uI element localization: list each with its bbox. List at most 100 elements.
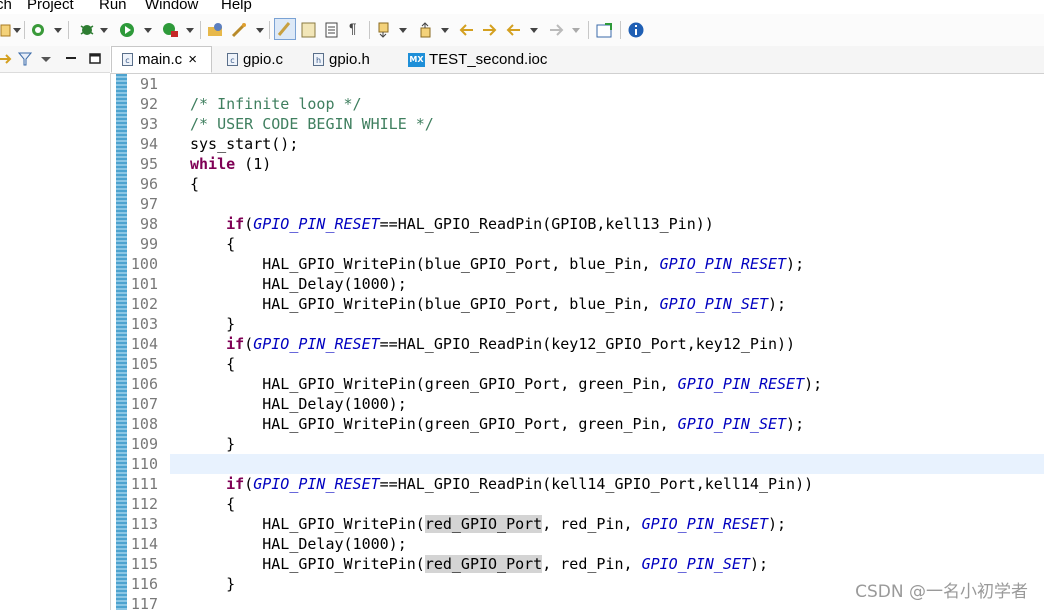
- tab-label: TEST_second.ioc: [429, 51, 548, 68]
- line-number: 103: [130, 315, 158, 333]
- debug-icon[interactable]: [79, 22, 95, 38]
- forward-history-icon[interactable]: [481, 22, 499, 38]
- refresh-build-icon[interactable]: [30, 22, 46, 38]
- tab-label: gpio.h: [329, 51, 370, 68]
- build-dropdown-arrow[interactable]: [54, 28, 62, 33]
- minimize-icon[interactable]: [64, 51, 78, 67]
- code-line[interactable]: 95 while (1): [111, 154, 1044, 174]
- code-text: }: [190, 575, 236, 593]
- code-editor[interactable]: 91 92 /* Infinite loop */ 93 /* USER CODE BE…: [111, 74, 1044, 613]
- code-text: while (1): [190, 155, 272, 173]
- code-line[interactable]: 93 /* USER CODE BEGIN WHILE */: [111, 114, 1044, 134]
- code-line[interactable]: 102 HAL_GPIO_WritePin(blue_GPIO_Port, bl…: [111, 294, 1044, 314]
- code-line[interactable]: 98 if(GPIO_PIN_RESET==HAL_GPIO_ReadPin(G…: [111, 214, 1044, 234]
- code-line[interactable]: 96 {: [111, 174, 1044, 194]
- code-text: }: [190, 315, 236, 333]
- toggle-highlight-icon[interactable]: [274, 18, 296, 40]
- code-line[interactable]: 107 HAL_Delay(1000);: [111, 394, 1044, 414]
- code-line[interactable]: 100 HAL_GPIO_WritePin(blue_GPIO_Port, bl…: [111, 254, 1044, 274]
- search-wizard-icon[interactable]: [231, 22, 249, 38]
- previous-annotation-dropdown-arrow[interactable]: [441, 28, 449, 33]
- code-line[interactable]: 114 HAL_Delay(1000);: [111, 534, 1044, 554]
- tab-gpio-c[interactable]: c gpio.c: [217, 46, 297, 73]
- code-text: HAL_GPIO_WritePin(blue_GPIO_Port, blue_P…: [190, 255, 805, 273]
- run-dropdown-arrow[interactable]: [144, 28, 152, 33]
- show-whitespace-icon[interactable]: ¶: [349, 20, 361, 36]
- previous-annotation-icon[interactable]: [418, 22, 436, 38]
- tab-label: gpio.c: [243, 51, 284, 68]
- line-number: 116: [130, 575, 158, 593]
- toolbar-separator: [620, 21, 621, 39]
- menu-item-help[interactable]: Help: [221, 0, 252, 13]
- external-tools-dropdown-arrow[interactable]: [186, 28, 194, 33]
- search-dropdown-arrow[interactable]: [256, 28, 264, 33]
- line-number: 96: [139, 175, 158, 193]
- code-line[interactable]: 109 }: [111, 434, 1044, 454]
- menu-item-project[interactable]: Project: [27, 0, 74, 13]
- close-tab-icon[interactable]: ×: [188, 51, 197, 68]
- menu-item-run[interactable]: Run: [99, 0, 127, 13]
- code-line[interactable]: 99 {: [111, 234, 1044, 254]
- code-text: HAL_GPIO_WritePin(red_GPIO_Port, red_Pin…: [190, 555, 768, 573]
- forward-dropdown-arrow[interactable]: [572, 28, 580, 33]
- code-line[interactable]: 110: [131, 454, 1044, 474]
- line-number: 98: [139, 215, 158, 233]
- back-dropdown-arrow[interactable]: [530, 28, 538, 33]
- c-file-icon: c: [227, 53, 238, 66]
- open-perspective-icon[interactable]: [596, 22, 614, 38]
- menu-item-search[interactable]: ch: [0, 0, 12, 13]
- code-line[interactable]: 103 }: [111, 314, 1044, 334]
- code-line[interactable]: 105 {: [111, 354, 1044, 374]
- tab-main-c[interactable]: c main.c ×: [111, 46, 212, 73]
- line-number: 101: [130, 275, 158, 293]
- code-text: }: [190, 435, 236, 453]
- line-number: 115: [130, 555, 158, 573]
- filter-icon[interactable]: [18, 51, 32, 67]
- project-explorer-toolbar: [0, 46, 110, 73]
- view-menu-icon[interactable]: [40, 51, 52, 67]
- external-tools-icon[interactable]: [162, 22, 180, 38]
- link-with-editor-icon[interactable]: [0, 51, 12, 67]
- next-annotation-icon[interactable]: [376, 22, 394, 38]
- maximize-icon[interactable]: [88, 51, 102, 67]
- code-line[interactable]: 94 sys_start();: [111, 134, 1044, 154]
- line-number: 113: [130, 515, 158, 533]
- info-icon[interactable]: [628, 22, 644, 38]
- code-text: HAL_Delay(1000);: [190, 535, 407, 553]
- code-line[interactable]: 101 HAL_Delay(1000);: [111, 274, 1044, 294]
- tab-label: main.c: [138, 51, 183, 68]
- line-number: 114: [130, 535, 158, 553]
- run-icon[interactable]: [119, 22, 135, 38]
- code-text: HAL_GPIO_WritePin(blue_GPIO_Port, blue_P…: [190, 295, 787, 313]
- line-number: 107: [130, 395, 158, 413]
- code-line[interactable]: 91: [111, 74, 1044, 94]
- tab-test-second-ioc[interactable]: MX TEST_second.ioc: [398, 46, 558, 73]
- main-toolbar: ¶: [0, 14, 1044, 46]
- back-icon[interactable]: [506, 22, 522, 38]
- code-line[interactable]: 111 if(GPIO_PIN_RESET==HAL_GPIO_ReadPin(…: [111, 474, 1044, 494]
- forward-icon[interactable]: [548, 22, 564, 38]
- line-number: 94: [139, 135, 158, 153]
- code-line[interactable]: 97: [111, 194, 1044, 214]
- code-line[interactable]: 112 {: [111, 494, 1044, 514]
- code-line[interactable]: 108 HAL_GPIO_WritePin(green_GPIO_Port, g…: [111, 414, 1044, 434]
- code-line[interactable]: 106 HAL_GPIO_WritePin(green_GPIO_Port, g…: [111, 374, 1044, 394]
- next-annotation-dropdown-arrow[interactable]: [399, 28, 407, 33]
- open-type-icon[interactable]: [207, 22, 225, 38]
- menu-item-window[interactable]: Window: [145, 0, 198, 13]
- code-line[interactable]: 92 /* Infinite loop */: [111, 94, 1044, 114]
- tab-gpio-h[interactable]: h gpio.h: [303, 46, 389, 73]
- line-number: 104: [130, 335, 158, 353]
- debug-dropdown-arrow[interactable]: [100, 28, 108, 33]
- code-text: if(GPIO_PIN_RESET==HAL_GPIO_ReadPin(kell…: [226, 475, 814, 493]
- line-number: 109: [130, 435, 158, 453]
- new-dropdown-arrow[interactable]: [13, 28, 21, 33]
- block-selection-icon[interactable]: [324, 22, 340, 38]
- new-wizard-icon[interactable]: [0, 22, 12, 38]
- code-line[interactable]: 113 HAL_GPIO_WritePin(red_GPIO_Port, red…: [111, 514, 1044, 534]
- toggle-mark-occurrences-icon[interactable]: [301, 22, 317, 38]
- code-line[interactable]: 115 HAL_GPIO_WritePin(red_GPIO_Port, red…: [111, 554, 1044, 574]
- line-number: 117: [130, 595, 158, 613]
- code-line[interactable]: 104 if(GPIO_PIN_RESET==HAL_GPIO_ReadPin(…: [111, 334, 1044, 354]
- last-edit-location-icon[interactable]: [459, 22, 475, 38]
